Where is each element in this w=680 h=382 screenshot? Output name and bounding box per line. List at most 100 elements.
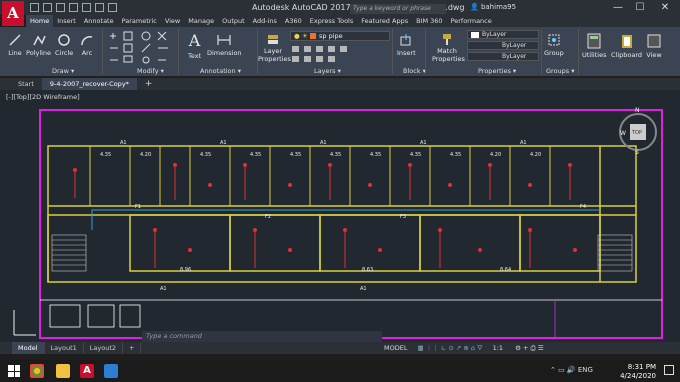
close-button[interactable]: ✕ <box>655 1 675 14</box>
minimize-button[interactable]: — <box>608 1 628 14</box>
settings-icon[interactable]: ⚙ + ⎙ ☰ <box>515 344 544 352</box>
layers-panel-label[interactable]: Layers ▾ <box>314 67 341 75</box>
redo-icon[interactable] <box>108 3 117 12</box>
file-explorer-icon[interactable] <box>56 364 70 378</box>
utilities-button[interactable]: Utilities <box>582 33 606 59</box>
arc-button[interactable]: Arc <box>80 33 94 57</box>
tab-annotate[interactable]: Annotate <box>80 15 118 27</box>
new-tab-button[interactable]: + <box>137 78 161 90</box>
draw-panel-label[interactable]: Draw ▾ <box>52 67 74 75</box>
svg-text:S: S <box>635 149 639 156</box>
separator <box>425 29 426 74</box>
tab-featured-apps[interactable]: Featured Apps <box>357 15 412 27</box>
tab-add-ins[interactable]: Add-ins <box>249 15 281 27</box>
saveas-icon[interactable] <box>69 3 78 12</box>
line-button[interactable]: Line <box>8 33 22 57</box>
file-tab-start[interactable]: Start <box>10 78 42 90</box>
color-swatch <box>471 32 479 38</box>
insert-block-button[interactable]: Insert <box>397 33 416 57</box>
modify-tools-icon[interactable] <box>106 30 176 66</box>
axis-label: A1 <box>220 140 227 146</box>
layer-properties-button[interactable]: Layer Properties <box>258 33 291 63</box>
tab-layout2[interactable]: Layout2 <box>84 342 123 354</box>
separator <box>578 29 579 74</box>
tab-insert[interactable]: Insert <box>53 15 80 27</box>
room-tag: F1 <box>135 204 141 210</box>
tab-performance[interactable]: Performance <box>447 15 496 27</box>
sun-icon: ☀ <box>302 32 308 40</box>
modify-panel-label[interactable]: Modify ▾ <box>137 67 164 75</box>
title-bar: Autodesk AutoCAD 2017 9-4-2007_recover-C… <box>0 0 680 15</box>
dimension-button[interactable]: Dimension <box>207 33 242 57</box>
annotation-scale[interactable]: 1:1 <box>493 344 503 352</box>
layer-color-swatch <box>310 33 316 39</box>
word-icon[interactable] <box>104 364 118 378</box>
application-menu-button[interactable]: A <box>2 1 24 26</box>
sheet-border <box>39 109 663 339</box>
text-icon: A <box>188 31 201 50</box>
status-icons[interactable]: ▦ ⋮⋮ ∟ ⊙ ↗ ⊕ ⌂ ⛛ <box>418 344 483 352</box>
room-partitions <box>89 146 551 206</box>
dimension-text: 4.35 <box>250 152 261 158</box>
lightbulb-icon: ● <box>294 32 300 40</box>
insert-icon <box>400 34 411 46</box>
groups-panel-label[interactable]: Groups ▾ <box>546 67 575 75</box>
polyline-button[interactable]: Polyline <box>26 33 51 57</box>
tab-bim-360[interactable]: BIM 360 <box>412 15 446 27</box>
layer-dropdown[interactable]: ● ☀ sp pipe <box>290 31 390 41</box>
view-button[interactable]: View <box>646 33 662 59</box>
drawing-viewport[interactable]: [-][Top][2D Wireframe] 4.35 4.20 4.35 4.… <box>0 90 680 342</box>
quick-access-toolbar <box>30 3 117 12</box>
layer-tools-icon[interactable] <box>290 44 390 64</box>
system-tray-icons[interactable]: ⌃ ▭ 🔊 ENG <box>550 366 593 374</box>
tab-parametric[interactable]: Parametric <box>118 15 161 27</box>
tab-output[interactable]: Output <box>218 15 249 27</box>
viewcube[interactable]: TOP N S W <box>619 107 657 156</box>
room-tag: F4 <box>580 204 586 210</box>
open-icon[interactable] <box>43 3 52 12</box>
color-dropdown[interactable]: ByLayer <box>467 30 539 39</box>
room-tag: F2 <box>265 214 271 220</box>
circle-icon <box>58 34 70 46</box>
command-input[interactable]: Type a command <box>142 331 382 342</box>
dimension-text: 8.63 <box>362 267 373 273</box>
lineweight-dropdown[interactable]: ByLayer <box>467 52 539 61</box>
notifications-icon[interactable] <box>664 365 674 375</box>
tab-manage[interactable]: Manage <box>184 15 218 27</box>
undo-icon[interactable] <box>95 3 104 12</box>
block-panel-label[interactable]: Block ▾ <box>403 67 426 75</box>
windows-start-icon[interactable] <box>8 365 20 377</box>
maximize-button[interactable]: ☐ <box>630 1 650 14</box>
model-space-toggle[interactable]: MODEL <box>384 344 407 352</box>
separator <box>178 29 179 74</box>
autocad-taskbar-icon[interactable]: A <box>80 364 94 378</box>
tab-view[interactable]: View <box>161 15 184 27</box>
new-icon[interactable] <box>30 3 39 12</box>
file-tab-drawing[interactable]: 9-4-2007_recover-Copy* <box>41 78 137 90</box>
clipboard-button[interactable]: Clipboard <box>611 33 642 59</box>
tab-home[interactable]: Home <box>26 15 54 27</box>
circle-button[interactable]: Circle <box>55 33 73 57</box>
save-icon[interactable] <box>56 3 65 12</box>
print-icon[interactable] <box>82 3 91 12</box>
text-button[interactable]: A Text <box>188 31 201 60</box>
add-layout-button[interactable]: + <box>123 342 142 354</box>
tab-a360[interactable]: A360 <box>281 15 306 27</box>
user-account[interactable]: 👤 bahima95 <box>470 3 516 11</box>
tab-express-tools[interactable]: Express Tools <box>306 15 357 27</box>
linetype-dropdown[interactable]: ByLayer <box>467 41 539 50</box>
ribbon-tabs: Home Insert Annotate Parametric View Manage Ou… <box>26 15 680 27</box>
tab-model[interactable]: Model <box>12 342 45 354</box>
clock[interactable]: 8:31 PM 4/24/2020 <box>620 363 656 381</box>
tab-layout1[interactable]: Layout1 <box>45 342 84 354</box>
drawing-canvas[interactable]: 4.35 4.20 4.35 4.35 4.35 4.35 4.35 4.35 … <box>0 90 680 342</box>
properties-panel-label[interactable]: Properties ▾ <box>478 67 516 75</box>
chrome-icon[interactable] <box>30 364 44 378</box>
group-button[interactable]: Group <box>544 33 564 57</box>
search-input[interactable]: Type a keyword or phrase <box>350 4 446 14</box>
staircase <box>51 234 633 272</box>
match-properties-button[interactable]: Match Properties <box>432 33 465 63</box>
annotation-panel-label[interactable]: Annotation ▾ <box>200 67 241 75</box>
layout-tabs: Model Layout1 Layout2 + <box>0 342 680 354</box>
dimension-text: 4.35 <box>200 152 211 158</box>
